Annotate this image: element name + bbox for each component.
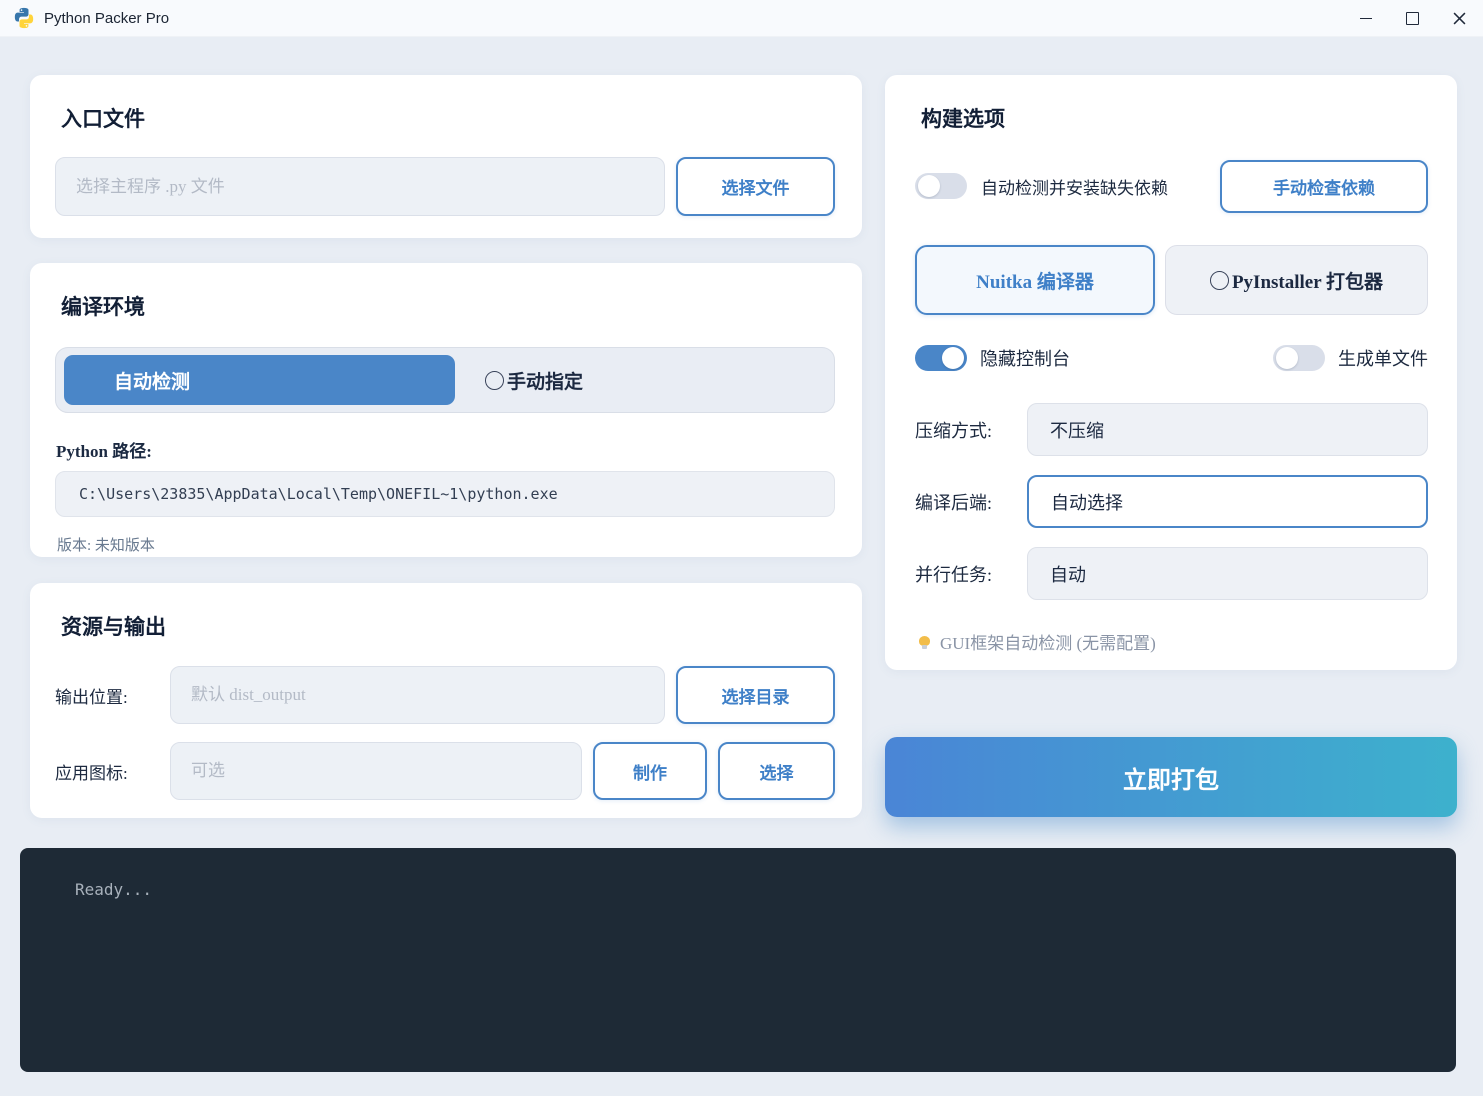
jobs-label: 并行任务: <box>915 561 1027 587</box>
python-detect-segmented-control: 自动检测 手动指定 <box>55 347 835 413</box>
lightbulb-icon <box>919 636 930 648</box>
app-icon-label: 应用图标: <box>55 759 170 784</box>
choose-file-button[interactable]: 选择文件 <box>676 157 835 216</box>
console-text: Ready... <box>75 880 152 899</box>
output-card-title: 资源与输出 <box>61 611 835 641</box>
manual-specify-label: 手动指定 <box>507 367 583 394</box>
toggle-knob <box>942 347 964 369</box>
compression-label: 压缩方式: <box>915 417 1027 443</box>
nuitka-compiler-option[interactable]: Nuitka 编译器 <box>915 245 1155 315</box>
output-location-input[interactable] <box>170 666 665 724</box>
compression-value: 不压缩 <box>1050 417 1104 443</box>
jobs-value: 自动 <box>1050 561 1086 587</box>
backend-label: 编译后端: <box>915 489 1027 515</box>
manual-specify-segment[interactable]: 手动指定 <box>457 355 826 405</box>
single-file-toggle[interactable] <box>1273 345 1325 371</box>
app-icon-input[interactable] <box>170 742 582 800</box>
output-location-label: 输出位置: <box>55 683 170 708</box>
backend-value: 自动选择 <box>1051 489 1123 515</box>
jobs-select[interactable]: 自动 <box>1027 547 1428 600</box>
toggle-knob <box>1276 347 1298 369</box>
auto-detect-label: 自动检测 <box>114 367 190 394</box>
app-window: Python Packer Pro 入口文件 选择文件 编译环境 <box>0 0 1483 1096</box>
select-icon-button[interactable]: 选择 <box>718 742 835 800</box>
entry-file-input[interactable] <box>55 157 665 216</box>
pyinstaller-label: PyInstaller 打包器 <box>1232 267 1383 294</box>
radio-unselected-icon <box>485 371 504 390</box>
maximize-icon <box>1406 12 1419 25</box>
pyinstaller-option[interactable]: PyInstaller 打包器 <box>1165 245 1428 315</box>
maximize-button[interactable] <box>1389 0 1436 36</box>
close-icon <box>1453 12 1466 25</box>
title-bar: Python Packer Pro <box>0 0 1483 37</box>
minimize-button[interactable] <box>1342 0 1389 36</box>
choose-directory-button[interactable]: 选择目录 <box>676 666 835 724</box>
env-card-title: 编译环境 <box>61 291 835 321</box>
build-card-title: 构建选项 <box>921 103 1428 133</box>
pack-now-button[interactable]: 立即打包 <box>885 737 1457 817</box>
entry-card-title: 入口文件 <box>61 103 835 133</box>
backend-select[interactable]: 自动选择 <box>1027 475 1428 528</box>
make-icon-button[interactable]: 制作 <box>593 742 707 800</box>
hide-console-label: 隐藏控制台 <box>980 345 1070 371</box>
auto-deps-label: 自动检测并安装缺失依赖 <box>981 174 1206 199</box>
python-path-label: Python 路径: <box>56 437 835 462</box>
gui-hint-text: GUI框架自动检测 (无需配置) <box>940 629 1156 654</box>
console-output[interactable]: Ready... <box>20 848 1456 1072</box>
resources-output-card: 资源与输出 输出位置: 选择目录 应用图标: 制作 选择 <box>30 583 862 818</box>
compile-env-card: 编译环境 自动检测 手动指定 Python 路径: C:\Users\23835… <box>30 263 862 557</box>
hide-console-toggle[interactable] <box>915 345 967 371</box>
nuitka-label: Nuitka 编译器 <box>976 267 1094 294</box>
close-button[interactable] <box>1436 0 1483 36</box>
minimize-icon <box>1360 18 1372 19</box>
window-controls <box>1342 0 1483 36</box>
entry-file-card: 入口文件 选择文件 <box>30 75 862 238</box>
python-version-text: 版本: 未知版本 <box>57 534 835 555</box>
auto-detect-segment[interactable]: 自动检测 <box>64 355 455 405</box>
build-options-card: 构建选项 自动检测并安装缺失依赖 手动检查依赖 Nuitka 编译器 PyIns… <box>885 75 1457 670</box>
python-logo-icon <box>13 7 35 29</box>
auto-deps-toggle[interactable] <box>915 173 967 199</box>
compression-select[interactable]: 不压缩 <box>1027 403 1428 456</box>
python-path-value: C:\Users\23835\AppData\Local\Temp\ONEFIL… <box>55 471 835 517</box>
toggle-knob <box>918 175 940 197</box>
manual-check-deps-button[interactable]: 手动检查依赖 <box>1220 160 1428 213</box>
radio-unselected-icon <box>1210 271 1229 290</box>
single-file-label: 生成单文件 <box>1338 345 1428 371</box>
window-title: Python Packer Pro <box>44 10 169 27</box>
